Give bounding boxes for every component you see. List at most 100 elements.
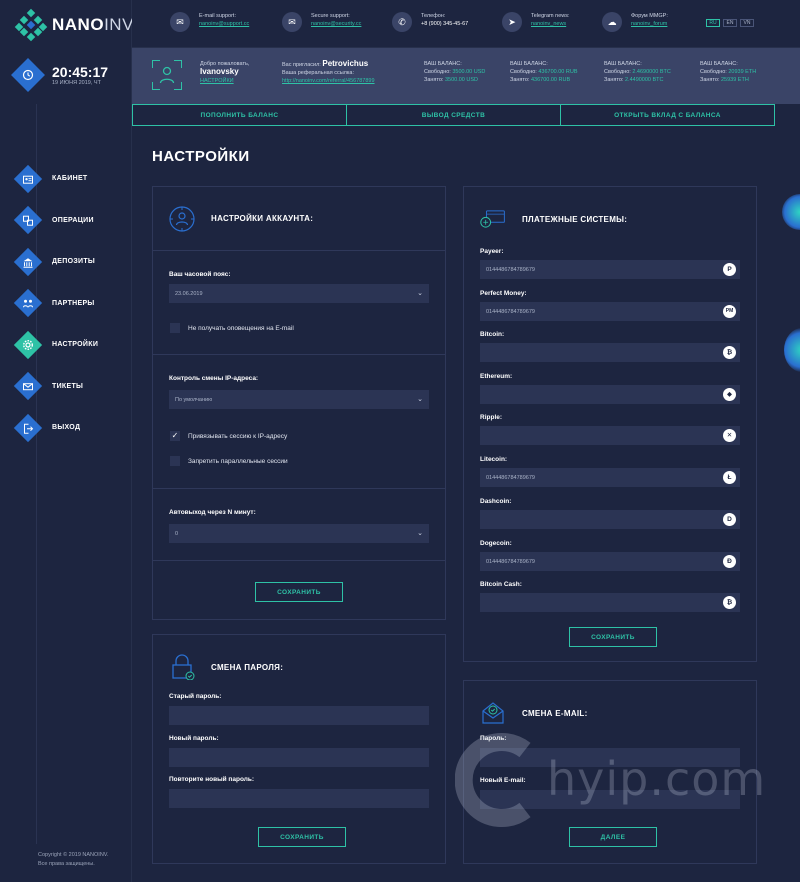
autologout-section: Автовыход через N минут: 0 ⌄ <box>153 489 445 561</box>
chevron-down-icon: ⌄ <box>417 290 423 297</box>
card-header: ПЛАТЕЖНЫЕ СИСТЕМЫ: <box>464 187 756 251</box>
new-password-input[interactable] <box>169 748 429 767</box>
dogecoin-icon: Ð <box>723 555 736 568</box>
timezone-select[interactable]: 23.06.2019 ⌄ <box>169 284 429 303</box>
contact-telegram[interactable]: ➤ Telegram news: nanoinv_news <box>502 12 570 32</box>
save-payments-button[interactable]: СОХРАНИТЬ <box>569 627 657 647</box>
referral-link[interactable]: http://nanoinv.com/referral/456787899 <box>282 77 375 85</box>
sidebar-nav: КАБИНЕТ ОПЕРАЦИИ ДЕПОЗИТЫ ПАРТНЕРЫ НАСТР… <box>13 164 98 457</box>
payment-row-perfect-money: Perfect Money: 0144486784789679 PM <box>480 290 740 321</box>
chevron-down-icon: ⌄ <box>417 530 423 537</box>
payeer-input[interactable]: 0144486784789679 P <box>480 260 740 279</box>
sidebar-item-cabinet[interactable]: КАБИНЕТ <box>13 164 98 193</box>
payment-row-bitcoin-cash: Bitcoin Cash: ₿ <box>480 581 740 612</box>
referral-info: Вас пригласил: Petrovichus Ваша рефераль… <box>282 59 375 85</box>
save-password-button[interactable]: СОХРАНИТЬ <box>258 827 346 847</box>
save-account-button[interactable]: СОХРАНИТЬ <box>255 582 343 602</box>
sidebar: NANOINV 20:45:17 19 ИЮНЯ 2019, ЧТ КАБИНЕ… <box>0 0 134 882</box>
sidebar-item-settings[interactable]: НАСТРОЙКИ <box>13 330 98 359</box>
user-welcome: Добро пожаловать, Ivanovsky НАСТРОЙКИ <box>200 61 250 85</box>
checkmark-icon: ✓ <box>170 431 180 441</box>
partners-icon <box>13 288 43 318</box>
gear-icon <box>13 330 43 359</box>
sidebar-item-deposits[interactable]: ДЕПОЗИТЫ <box>13 247 98 276</box>
dashcoin-input[interactable]: D <box>480 510 740 529</box>
avatar-icon <box>152 60 182 90</box>
litecoin-input[interactable]: 0144486784789679 Ł <box>480 468 740 487</box>
lang-vn[interactable]: VN <box>740 19 754 27</box>
copyright: Copyright © 2019 NANOINV. Все права защи… <box>38 852 109 867</box>
contact-email-support[interactable]: ✉ E-mail support: nanoinv@support.cc <box>170 12 249 32</box>
ip-control-select[interactable]: По умолчанию ⌄ <box>169 390 429 409</box>
withdraw-button[interactable]: ВЫВОД СРЕДСТВ <box>347 104 561 126</box>
payment-row-dashcoin: Dashcoin: D <box>480 498 740 529</box>
chevron-down-icon: ⌄ <box>417 396 423 403</box>
old-password-input[interactable] <box>169 706 429 725</box>
sidebar-item-operations[interactable]: ОПЕРАЦИИ <box>13 205 98 235</box>
open-deposit-button[interactable]: ОТКРЫТЬ ВКЛАД С БАЛАНСА <box>561 104 775 126</box>
balance-btc: ВАШ БАЛАНС: Свободно: 2.4690000 BTC Заня… <box>604 61 671 83</box>
user-shield-icon <box>169 205 195 232</box>
ripple-input[interactable]: ✕ <box>480 426 740 445</box>
payment-row-ethereum: Ethereum: ◆ <box>480 373 740 404</box>
balance-rub: ВАШ БАЛАНС: Свободно: 436700.00 RUB Заня… <box>510 61 578 83</box>
timezone-section: Ваш часовой пояс: 23.06.2019 ⌄ Не получат… <box>153 251 445 355</box>
balance-eth: ВАШ БАЛАНС: Свободно: 20939 ETH Занято: … <box>700 61 757 83</box>
mail-icon <box>13 371 43 401</box>
payment-row-dogecoin: Dogecoin: 0144486784789679 Ð <box>480 540 740 571</box>
decor-glow <box>782 194 800 230</box>
no-email-checkbox[interactable]: Не получать оповещения на E-mail <box>170 323 294 333</box>
bind-ip-checkbox[interactable]: ✓ Привязывать сессию к IP-адресу <box>170 431 287 441</box>
payment-row-ripple: Ripple: ✕ <box>480 414 740 445</box>
watermark: hyip.com <box>455 730 765 830</box>
ip-section: Контроль смены IP-адреса: По умолчанию ⌄ … <box>153 355 445 489</box>
card-title: ПЛАТЕЖНЫЕ СИСТЕМЫ: <box>522 214 628 224</box>
language-switcher: RU EN VN <box>706 19 754 27</box>
sidebar-item-tickets[interactable]: ТИКЕТЫ <box>13 371 98 401</box>
perfect-money-input[interactable]: 0144486784789679 PM <box>480 302 740 321</box>
sidebar-item-label: ОПЕРАЦИИ <box>52 216 94 224</box>
card-title: СМЕНА ПАРОЛЯ: <box>211 662 284 672</box>
balance-usd: ВАШ БАЛАНС: Свободно: 3500.00 USD Занято… <box>424 61 486 83</box>
ethereum-icon: ◆ <box>723 388 736 401</box>
logout-icon <box>13 413 43 442</box>
logo[interactable]: NANOINV <box>14 8 134 42</box>
no-parallel-checkbox[interactable]: Запретить параллельные сессии <box>170 456 288 466</box>
dogecoin-input[interactable]: 0144486784789679 Ð <box>480 552 740 571</box>
lang-ru[interactable]: RU <box>706 19 720 27</box>
clock-time: 20:45:17 <box>52 63 109 80</box>
logo-icon <box>14 8 48 42</box>
payment-row-payeer: Payeer: 0144486784789679 P <box>480 248 740 279</box>
email-next-button[interactable]: ДАЛЕЕ <box>569 827 657 847</box>
change-password-card: СМЕНА ПАРОЛЯ: Старый пароль: Новый парол… <box>152 634 446 864</box>
ripple-icon: ✕ <box>723 429 736 442</box>
sidebar-item-logout[interactable]: ВЫХОД <box>13 413 98 442</box>
bitcoin-icon: ₿ <box>723 346 736 359</box>
logo-text: NANOINV <box>52 15 134 34</box>
sidebar-item-label: ДЕПОЗИТЫ <box>52 258 96 265</box>
mail-icon: ✉ <box>282 12 302 32</box>
lang-en[interactable]: EN <box>723 19 737 27</box>
bitcoin-cash-input[interactable]: ₿ <box>480 593 740 612</box>
payment-systems-card: ПЛАТЕЖНЫЕ СИСТЕМЫ: Payeer: 0144486784789… <box>463 186 757 662</box>
bank-icon <box>13 247 43 276</box>
sidebar-item-partners[interactable]: ПАРТНЕРЫ <box>13 288 98 318</box>
top-up-balance-button[interactable]: ПОПОЛНИТЬ БАЛАНС <box>132 104 347 126</box>
repeat-password-input[interactable] <box>169 789 429 808</box>
autologout-select[interactable]: 0 ⌄ <box>169 524 429 543</box>
clock-icon <box>11 58 45 92</box>
payment-row-bitcoin: Bitcoin: ₿ <box>480 331 740 362</box>
card-title: СМЕНА E-MAIL: <box>522 708 588 718</box>
payment-row-litecoin: Litecoin: 0144486784789679 Ł <box>480 456 740 487</box>
decor-glow <box>784 328 800 372</box>
envelope-check-icon <box>482 702 504 724</box>
contact-forum[interactable]: ☁ Форум MMGP: nanoinv_forum <box>602 12 668 32</box>
contact-secure-support[interactable]: ✉ Secure support: nanoinv@security.cc <box>282 12 361 32</box>
id-card-icon <box>13 164 43 193</box>
settings-link[interactable]: НАСТРОЙКИ <box>200 77 249 85</box>
bitcoin-input[interactable]: ₿ <box>480 343 740 362</box>
sidebar-item-label: ТИКЕТЫ <box>52 382 84 390</box>
operations-icon <box>13 205 43 235</box>
ethereum-input[interactable]: ◆ <box>480 385 740 404</box>
contact-phone[interactable]: ✆ Телефон: +8 (900) 345-45-67 <box>392 12 468 32</box>
